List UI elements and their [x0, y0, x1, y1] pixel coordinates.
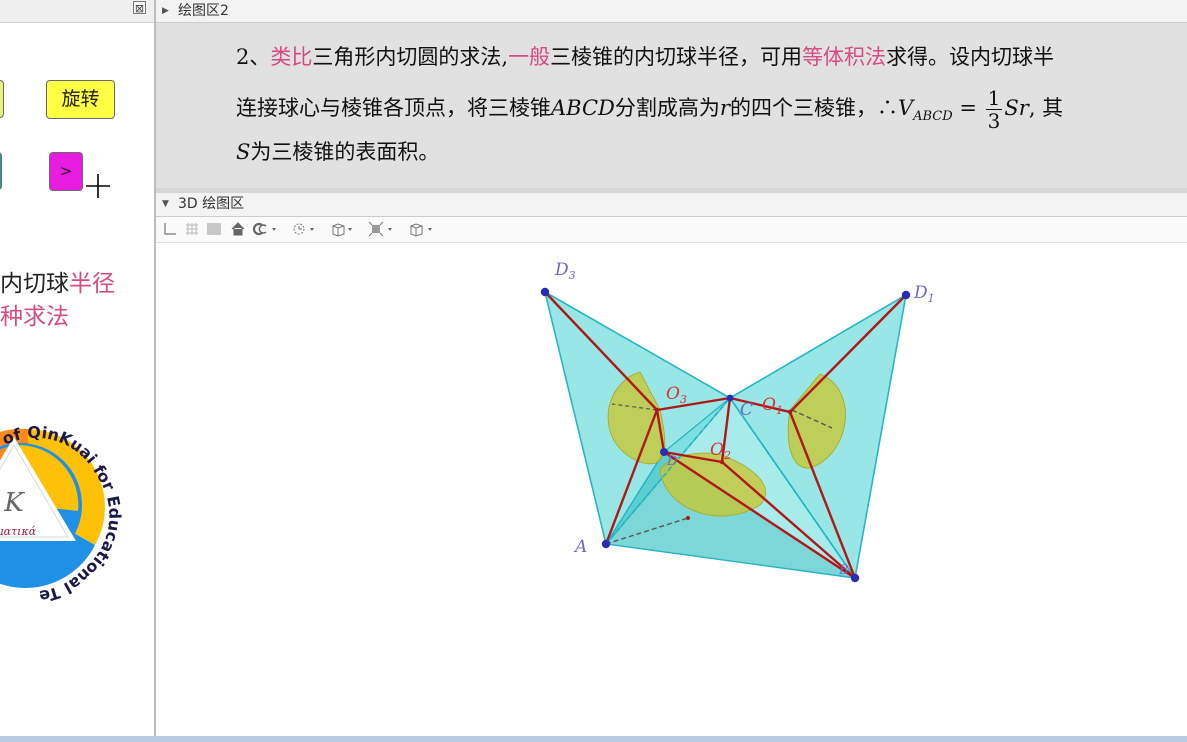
point-A[interactable]	[601, 539, 611, 549]
close-icon[interactable]: ⊠	[133, 1, 146, 15]
graphics-view-2-title: 绘图区2	[178, 3, 229, 19]
crosshair-cursor-icon	[86, 174, 110, 198]
point-D3[interactable]	[540, 287, 550, 297]
point-B[interactable]	[850, 573, 860, 583]
plane-toggle-icon[interactable]	[206, 221, 222, 237]
view-3d-header[interactable]: ▼ 3D 绘图区	[156, 193, 1187, 217]
expand-triangle-icon[interactable]: ▶	[162, 0, 169, 22]
text-line-1: 2、类比三角形内切圆的求法,一般三棱锥的内切球半径，可用等体积法求得。设内切球半	[236, 45, 1055, 69]
point-D1[interactable]	[901, 290, 911, 300]
left-text-line1: 内切球半径	[0, 271, 115, 297]
left-panel: ⊠ 旋转 > 内切球半径 种求法 K αθηματικά of QinKuai …	[0, 0, 154, 736]
left-text-line2: 种求法	[0, 304, 69, 330]
center-O1	[787, 409, 793, 415]
label-A: A	[573, 537, 587, 557]
rotate-button[interactable]: 旋转	[46, 80, 115, 119]
left-panel-titlebar: ⊠	[0, 0, 154, 23]
tangent-point	[686, 516, 690, 520]
text-line-3: S为三棱锥的表面积。	[236, 140, 440, 164]
point-C[interactable]	[726, 394, 734, 402]
partial-button-1[interactable]	[0, 80, 4, 118]
view-3d-toolbar	[156, 217, 1187, 243]
partial-button-2[interactable]	[0, 152, 2, 190]
next-button[interactable]: >	[49, 152, 83, 191]
view-3d-canvas[interactable]: D3 D1 A C D B O3 O1 O2	[156, 243, 1187, 736]
cube-view-icon[interactable]	[408, 221, 440, 237]
pyramid-scene[interactable]: D3 D1 A C D B O3 O1 O2	[156, 243, 1187, 736]
collapse-triangle-icon[interactable]: ▼	[162, 193, 169, 216]
text-line-2: 连接球心与棱锥各顶点，将三棱锥ABCD分割成高为r的四个三棱锥，∴VABCD =…	[236, 86, 1064, 133]
label-C: C	[740, 400, 753, 420]
home-icon[interactable]	[230, 221, 246, 237]
graphics-view-2-canvas[interactable]: 2、类比三角形内切圆的求法,一般三棱锥的内切球半径，可用等体积法求得。设内切球半…	[156, 23, 1187, 188]
view-direction-icon[interactable]	[368, 221, 400, 237]
clipping-icon[interactable]	[330, 221, 360, 237]
fraction-one-third: 13	[985, 86, 1003, 133]
rotate-view-icon[interactable]	[252, 221, 282, 237]
center-O3	[654, 407, 660, 413]
label-D1: D1	[913, 283, 935, 305]
label-B: B	[838, 563, 849, 578]
logo-greek: αθηματικά	[0, 525, 37, 538]
qinkuai-logo: K αθηματικά of QinKuai for Educational T…	[0, 415, 124, 605]
axes-toggle-icon[interactable]	[162, 221, 178, 237]
bottom-status-strip	[0, 736, 1187, 742]
logo-letter: K	[3, 488, 25, 518]
label-D2: D	[666, 454, 678, 469]
label-D3: D3	[554, 260, 576, 282]
projection-icon[interactable]	[290, 221, 322, 237]
graphics-view-2-header[interactable]: ▶ 绘图区2	[156, 0, 1187, 23]
view-3d-title: 3D 绘图区	[178, 196, 245, 212]
grid-toggle-icon[interactable]	[184, 221, 200, 237]
